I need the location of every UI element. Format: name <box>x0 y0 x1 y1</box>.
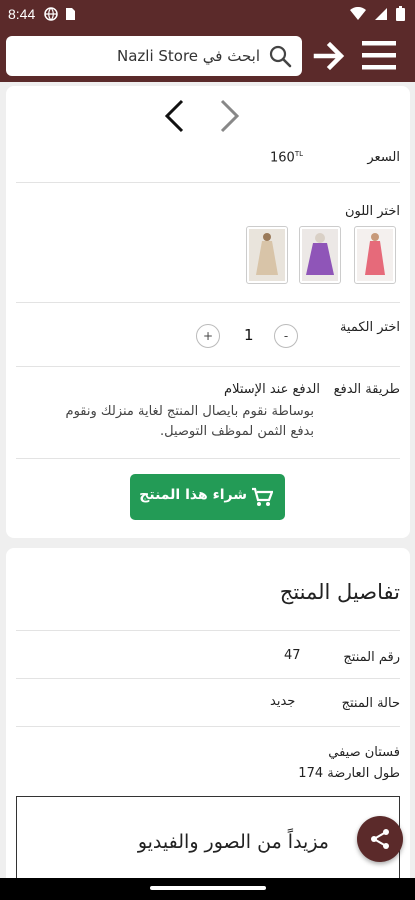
color-swatch-beige[interactable] <box>246 226 288 284</box>
description-line: فستان صيفي <box>328 745 400 760</box>
search-icon <box>269 45 292 68</box>
sim-icon <box>66 8 75 20</box>
top-app-bar: ابحث في Nazli Store <box>0 30 415 82</box>
product-purchase-card: السعر 160TL اختر اللون اختر الكمية - 1 +… <box>6 86 410 538</box>
product-details-card: تفاصيل المنتج رقم المنتج 47 حالة المنتج … <box>6 548 410 878</box>
more-media-label: مزيداً من الصور والفيديو <box>137 831 329 853</box>
divider <box>16 302 400 303</box>
divider <box>16 458 400 459</box>
quantity-value: 1 <box>244 326 254 344</box>
divider <box>16 366 400 367</box>
product-id-label: رقم المنتج <box>343 650 400 665</box>
payment-label: طريقة الدفع <box>333 382 400 397</box>
divider <box>16 678 400 679</box>
chevron-left-icon[interactable] <box>162 98 186 134</box>
quantity-plus-button[interactable]: + <box>196 324 220 348</box>
payment-description: بوساطة نقوم بايصال المنتج لغاية منزلك ون… <box>65 404 314 439</box>
divider <box>16 630 400 631</box>
share-icon <box>371 829 389 849</box>
wifi-icon <box>350 6 366 20</box>
product-description: فستان صيفي طول العارضة 174 <box>298 742 400 784</box>
forward-arrow-icon[interactable] <box>313 41 347 71</box>
battery-icon <box>396 6 405 21</box>
details-title: تفاصيل المنتج <box>279 580 400 604</box>
buy-product-button[interactable]: شراء هذا المنتج <box>130 474 285 520</box>
color-swatch-pink[interactable] <box>354 226 396 284</box>
signal-icon <box>375 7 387 20</box>
share-button[interactable] <box>357 816 403 862</box>
color-label: اختر اللون <box>344 204 400 219</box>
quantity-label: اختر الكمية <box>339 320 400 335</box>
buy-button-label: شراء هذا المنتج <box>139 487 247 503</box>
system-nav-bar <box>0 878 415 900</box>
price-value: 160TL <box>270 150 304 166</box>
quantity-minus-button[interactable]: - <box>274 324 298 348</box>
globe-icon <box>44 7 58 21</box>
more-media-box[interactable]: مزيداً من الصور والفيديو <box>16 796 400 878</box>
hamburger-menu-icon[interactable] <box>360 38 398 72</box>
color-swatch-purple[interactable] <box>299 226 341 284</box>
status-time: 8:44 <box>8 6 36 22</box>
product-id-value: 47 <box>284 648 301 663</box>
status-bar: 8:44 <box>0 0 415 30</box>
search-input[interactable]: ابحث في Nazli Store <box>6 36 302 76</box>
description-line: طول العارضة 174 <box>298 766 400 781</box>
price-label: السعر <box>367 150 400 165</box>
payment-method: الدفع عند الإستلام <box>224 382 320 397</box>
chevron-right-icon[interactable] <box>218 98 242 134</box>
divider <box>16 726 400 727</box>
product-page: السعر 160TL اختر اللون اختر الكمية - 1 +… <box>0 82 415 878</box>
divider <box>16 182 400 183</box>
home-gesture-pill[interactable] <box>150 886 266 890</box>
product-condition-label: حالة المنتج <box>341 696 400 711</box>
cart-icon <box>252 487 273 506</box>
search-placeholder: ابحث في Nazli Store <box>116 47 260 65</box>
product-condition-value: جديد <box>270 694 296 709</box>
